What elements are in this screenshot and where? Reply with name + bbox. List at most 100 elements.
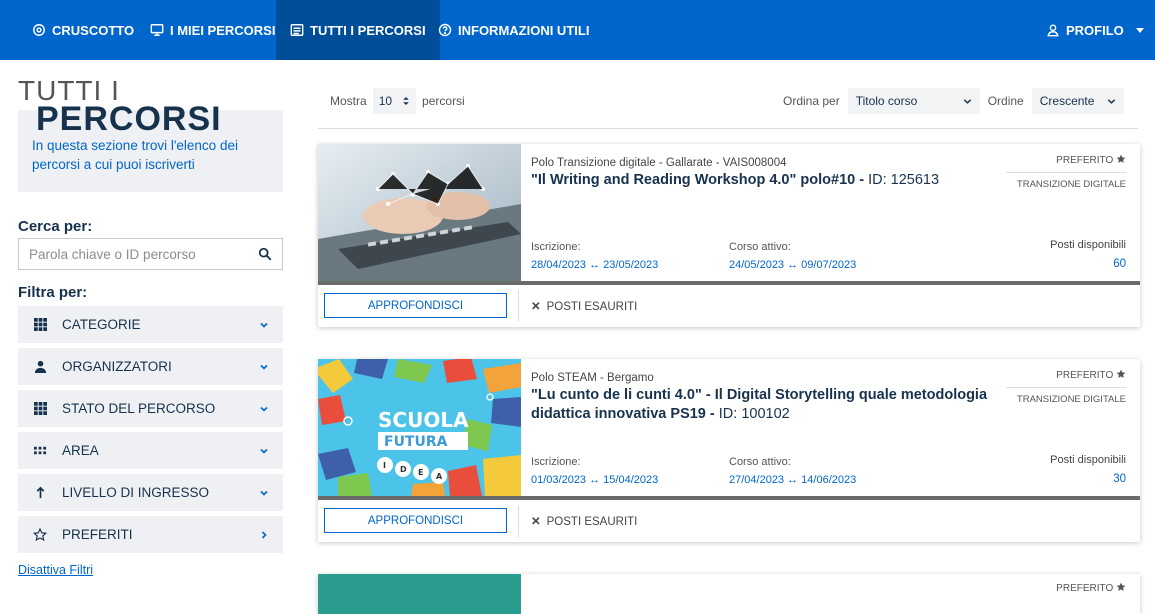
course-id: ID: 125613 xyxy=(868,172,940,188)
nav-tutti-i-percorsi-label: TUTTI I PERCORSI xyxy=(310,22,426,38)
enroll-dates: 01/03/2023 ↔ 15/04/2023 xyxy=(531,474,659,486)
sort-select-value: Titolo corso xyxy=(855,94,918,108)
card-footer: APPROFONDISCI ✕ POSTI ESAURITI xyxy=(318,500,1140,542)
course-tag: TRANSIZIONE DIGITALE xyxy=(1006,387,1126,405)
favorite-label: PREFERITO xyxy=(1056,370,1114,381)
status-badge: ✕ POSTI ESAURITI xyxy=(531,514,637,528)
course-card: PREFERITO xyxy=(318,574,1140,614)
show-suffix: percorsi xyxy=(422,94,465,108)
svg-text:E: E xyxy=(418,468,423,477)
star-icon xyxy=(32,527,48,543)
grid-icon xyxy=(32,401,48,417)
course-title[interactable]: "Il Writing and Reading Workshop 4.0" po… xyxy=(531,171,1001,190)
course-id: ID: 100102 xyxy=(718,406,790,422)
seats-label: Posti disponibili xyxy=(1050,239,1126,251)
course-image xyxy=(318,144,521,281)
course-title[interactable]: "Lu cunto de li cunti 4.0" - Il Digital … xyxy=(531,386,1001,424)
seats-value: 60 xyxy=(1113,258,1126,270)
order-select-value: Crescente xyxy=(1039,94,1095,108)
course-image xyxy=(318,574,521,614)
filter-categorie-label: CATEGORIE xyxy=(62,317,141,332)
sort-arrows-icon xyxy=(403,97,409,105)
svg-text:D: D xyxy=(400,465,407,474)
dashboard-icon xyxy=(33,24,45,36)
chevron-down-icon xyxy=(963,98,971,104)
intro-line-2: percorsi a cui puoi iscriverti xyxy=(32,157,195,172)
enroll-label: Iscrizione: xyxy=(531,241,581,253)
seats-value: 30 xyxy=(1113,473,1126,485)
star-icon xyxy=(1116,369,1126,378)
footer-divider xyxy=(518,290,519,322)
status-badge: ✕ POSTI ESAURITI xyxy=(531,299,637,313)
page-title-line-2: PERCORSI xyxy=(36,100,222,138)
approfondisci-button[interactable]: APPROFONDISCI xyxy=(324,293,507,318)
filter-stato-percorso-label: STATO DEL PERCORSO xyxy=(62,401,216,416)
filter-livello-ingresso[interactable]: LIVELLO DI INGRESSO xyxy=(18,474,283,511)
card-footer: APPROFONDISCI ✕ POSTI ESAURITI xyxy=(318,285,1140,327)
nav-tutti-i-percorsi[interactable]: TUTTI I PERCORSI xyxy=(276,0,440,60)
enroll-dates: 28/04/2023 ↔ 23/05/2023 xyxy=(531,259,659,271)
search-box xyxy=(18,238,283,270)
sort-select[interactable]: Titolo corso xyxy=(847,88,980,114)
chevron-down-icon xyxy=(260,364,268,370)
monitor-icon xyxy=(150,24,164,36)
filter-area[interactable]: AREA xyxy=(18,432,283,469)
approfondisci-button[interactable]: APPROFONDISCI xyxy=(324,508,507,533)
favorite-toggle[interactable]: PREFERITO xyxy=(1056,369,1126,381)
svg-text:I: I xyxy=(383,461,386,470)
filter-stato-percorso[interactable]: STATO DEL PERCORSO xyxy=(18,390,283,427)
nav-cruscotto[interactable]: CRUSCOTTO xyxy=(20,0,146,60)
filter-preferiti-label: PREFERITI xyxy=(62,527,133,542)
filter-livello-ingresso-label: LIVELLO DI INGRESSO xyxy=(62,485,210,500)
user-icon xyxy=(1047,24,1059,37)
caret-down-icon xyxy=(1135,27,1144,33)
favorite-label: PREFERITO xyxy=(1056,155,1114,166)
course-card: Polo Transizione digitale - Gallarate - … xyxy=(318,144,1140,327)
nav-informazioni-utili[interactable]: INFORMAZIONI UTILI xyxy=(426,0,601,60)
image-text-futura: FUTURA xyxy=(384,434,448,450)
sort-label: Ordina per xyxy=(783,94,840,108)
list-icon xyxy=(290,24,304,36)
show-select[interactable]: 10 xyxy=(372,88,417,114)
show-select-value: 10 xyxy=(378,94,393,108)
chevron-down-icon xyxy=(1107,98,1115,104)
top-navbar: CRUSCOTTO I MIEI PERCORSI TUTTI I PERCOR… xyxy=(0,0,1155,60)
show-control: Mostra 10 percorsi xyxy=(330,88,465,114)
favorite-toggle[interactable]: PREFERITO xyxy=(1056,582,1126,594)
chevron-right-icon xyxy=(261,530,267,539)
active-label: Corso attivo: xyxy=(729,241,791,253)
filter-organizzatori[interactable]: ORGANIZZATORI xyxy=(18,348,283,385)
nav-i-miei-percorsi[interactable]: I MIEI PERCORSI xyxy=(138,0,287,60)
search-input[interactable] xyxy=(29,246,258,262)
favorite-toggle[interactable]: PREFERITO xyxy=(1056,154,1126,166)
close-icon: ✕ xyxy=(531,516,541,528)
filter-preferiti[interactable]: PREFERITI xyxy=(18,516,283,553)
active-dates: 27/04/2023 ↔ 14/06/2023 xyxy=(729,474,857,486)
status-label: POSTI ESAURITI xyxy=(546,516,638,528)
course-organizer: Polo STEAM - Bergamo xyxy=(531,372,654,384)
disable-filters-link[interactable]: Disattiva Filtri xyxy=(18,563,93,577)
show-label: Mostra xyxy=(330,94,367,108)
filter-area-label: AREA xyxy=(62,443,99,458)
nav-cruscotto-label: CRUSCOTTO xyxy=(52,22,135,38)
search-label: Cerca per: xyxy=(18,218,93,235)
order-select[interactable]: Crescente xyxy=(1031,88,1124,114)
seats-label: Posti disponibili xyxy=(1050,454,1126,466)
nav-informazioni-utili-label: INFORMAZIONI UTILI xyxy=(458,22,590,38)
favorite-label: PREFERITO xyxy=(1056,583,1114,594)
footer-divider xyxy=(518,505,519,537)
star-icon xyxy=(1116,582,1126,591)
filter-organizzatori-label: ORGANIZZATORI xyxy=(62,359,172,374)
search-icon[interactable] xyxy=(258,247,272,261)
nav-profilo[interactable]: PROFILO xyxy=(1034,0,1155,60)
active-dates: 24/05/2023 ↔ 09/07/2023 xyxy=(729,259,857,271)
chevron-down-icon xyxy=(260,322,268,328)
image-text-scuola: SCUOLA xyxy=(378,408,469,432)
filter-categorie[interactable]: CATEGORIE xyxy=(18,306,283,343)
course-organizer: Polo Transizione digitale - Gallarate - … xyxy=(531,157,787,169)
order-label: Ordine xyxy=(987,94,1024,108)
course-card: D E A I SCUOLA FUTURA Polo STEAM - Berga… xyxy=(318,359,1140,542)
grid-icon xyxy=(32,317,48,333)
course-image: D E A I SCUOLA FUTURA xyxy=(318,359,521,496)
divider xyxy=(318,128,1138,129)
